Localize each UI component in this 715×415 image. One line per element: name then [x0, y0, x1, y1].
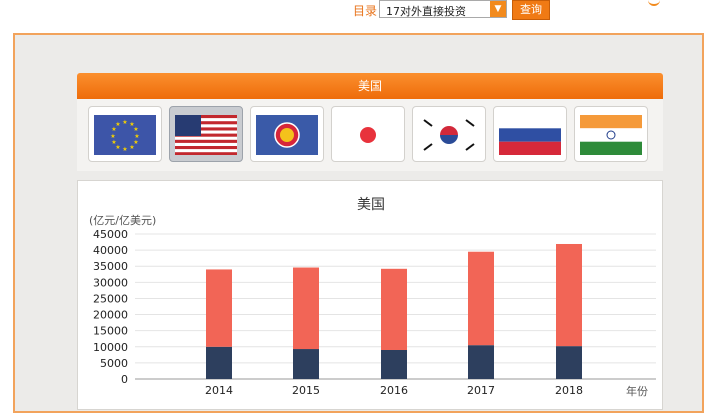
region-header: 美国 [77, 73, 663, 99]
flag-button-japan[interactable] [331, 106, 405, 162]
asean-flag-icon [256, 115, 318, 155]
chart-title: 美国 [357, 197, 385, 213]
svg-text:★: ★ [129, 144, 134, 151]
bar-segment[interactable] [293, 267, 319, 350]
chevron-down-icon[interactable]: ▼ [490, 1, 506, 17]
chart-panel: 美国 (亿元/亿美元) 年份 0 5000 10000 15000 20000 25000… [77, 180, 663, 410]
x-tick-label: 2016 [380, 384, 408, 397]
report-select[interactable]: 17对外直接投资 ▼ [379, 0, 507, 18]
y-tick-label: 40000 [93, 244, 128, 257]
x-tick-label: 2018 [555, 384, 583, 397]
flag-button-usa[interactable] [169, 106, 243, 162]
y-tick-label: 20000 [93, 309, 128, 322]
bar-segment[interactable] [556, 243, 582, 347]
bar-segment[interactable] [206, 346, 232, 379]
bar-segment[interactable] [381, 350, 407, 379]
x-tick-label: 2014 [205, 384, 233, 397]
bar-segment[interactable] [556, 346, 582, 379]
y-axis-label: (亿元/亿美元) [89, 214, 156, 227]
flag-button-korea[interactable] [412, 106, 486, 162]
svg-text:★: ★ [111, 139, 116, 146]
y-tick-label: 35000 [93, 260, 128, 273]
india-flag-icon [580, 115, 642, 155]
usa-flag-icon [175, 115, 237, 155]
eu-flag-icon: ★ ★★ ★★★ ★★★ ★★★ [94, 115, 156, 155]
svg-text:★: ★ [122, 119, 127, 126]
x-tick-label: 2017 [467, 384, 495, 397]
flag-button-india[interactable] [574, 106, 648, 162]
bar-segment[interactable] [468, 251, 494, 346]
decorative-curve-icon [648, 0, 660, 6]
y-tick-label: 0 [121, 373, 128, 386]
x-tick-label: 2015 [292, 384, 320, 397]
svg-text:★: ★ [115, 121, 120, 128]
y-tick-label: 30000 [93, 276, 128, 289]
top-toolbar: 目录 17对外直接投资 ▼ 查询 [0, 0, 715, 28]
korea-flag-icon [418, 115, 480, 155]
y-tick-label: 5000 [100, 357, 128, 370]
bar-segment[interactable] [468, 345, 494, 379]
stacked-bar-chart: 美国 (亿元/亿美元) 年份 0 5000 10000 15000 20000 25000… [89, 197, 656, 398]
bar-segment[interactable] [293, 349, 319, 379]
svg-text:★: ★ [122, 146, 127, 153]
y-tick-label: 45000 [93, 228, 128, 241]
y-tick-label: 10000 [93, 341, 128, 354]
toc-label: 目录 [353, 4, 378, 18]
x-axis-label: 年份 [626, 384, 648, 398]
russia-flag-icon [499, 115, 561, 155]
report-select-value: 17对外直接投资 [386, 5, 466, 18]
svg-text:★: ★ [133, 126, 138, 133]
flag-button-eu[interactable]: ★ ★ ★ ★ ★ ★ ★ ★ ★ ★ ★ ★ [88, 106, 162, 162]
flag-button-asean[interactable] [250, 106, 324, 162]
flag-button-russia[interactable] [493, 106, 567, 162]
y-tick-label: 15000 [93, 325, 128, 338]
y-tick-label: 25000 [93, 292, 128, 305]
svg-text:★: ★ [110, 133, 115, 140]
japan-flag-icon [337, 115, 399, 155]
bar-segment[interactable] [381, 268, 407, 350]
query-button[interactable]: 查询 [512, 0, 550, 20]
bar-segment[interactable] [206, 269, 232, 347]
flag-selector: ★ ★ ★ ★ ★ ★ ★ ★ ★ ★ ★ ★ [77, 99, 663, 171]
